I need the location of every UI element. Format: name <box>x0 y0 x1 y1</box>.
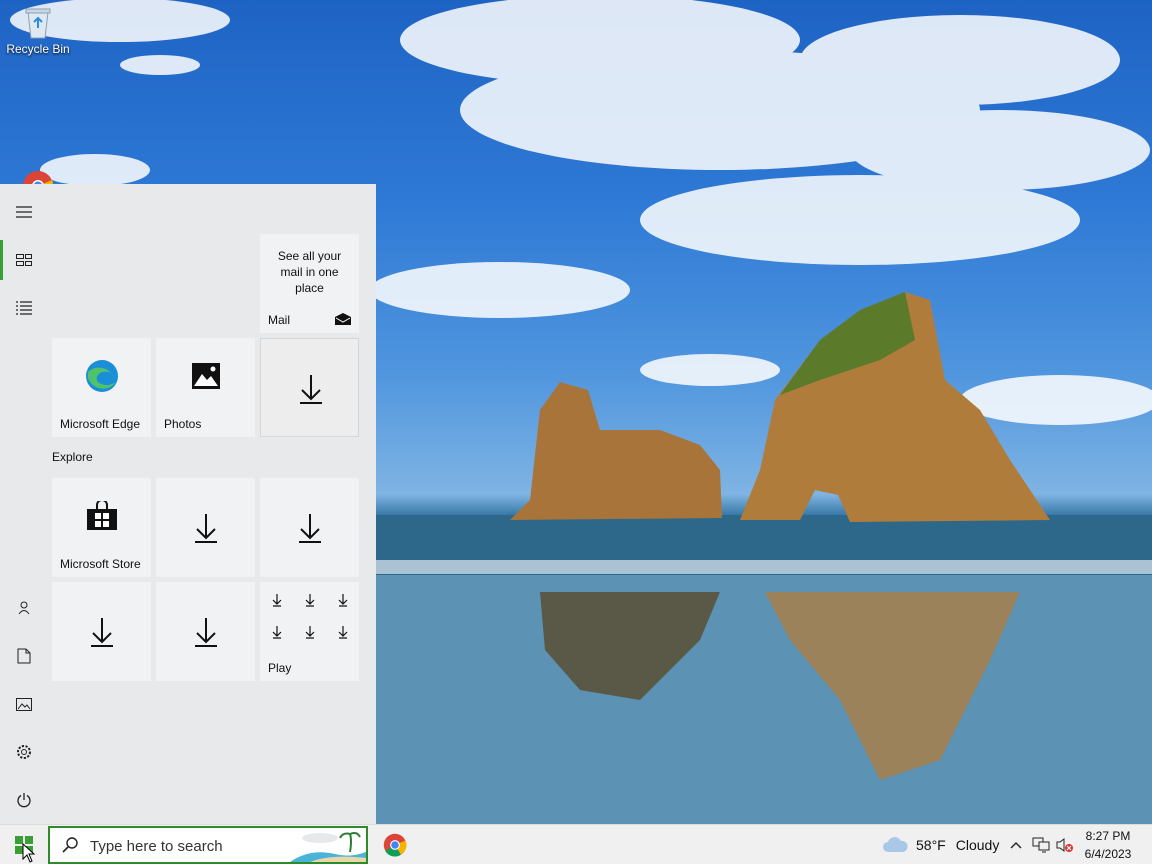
user-icon <box>18 601 30 615</box>
taskbar-search-box[interactable] <box>48 826 368 864</box>
weather-condition: Cloudy <box>955 837 1000 853</box>
start-rail <box>0 184 48 824</box>
pictures-button[interactable] <box>0 680 48 728</box>
gear-icon <box>17 745 31 759</box>
network-icon <box>1032 837 1050 853</box>
tile-label: Microsoft Edge <box>60 417 141 431</box>
download-icons-grid <box>272 594 348 639</box>
tile-label: Mail <box>268 313 291 327</box>
cloud-icon <box>883 837 908 852</box>
tile-label: Play <box>268 661 292 675</box>
weather-widget[interactable]: 58°F Cloudy <box>882 825 999 865</box>
tile-download-placeholder[interactable] <box>260 338 359 437</box>
search-input[interactable] <box>88 834 292 858</box>
download-icon <box>194 617 217 647</box>
download-icon <box>194 513 217 543</box>
mouse-cursor-icon <box>22 843 36 863</box>
taskbar-clock[interactable]: 8:27 PM 6/4/2023 <box>1078 827 1138 863</box>
expand-menu-button[interactable] <box>0 188 48 236</box>
clock-date: 6/4/2023 <box>1084 847 1132 861</box>
picture-icon <box>16 697 32 711</box>
start-button[interactable] <box>0 825 48 865</box>
hamburger-icon <box>16 206 32 218</box>
tiles-icon <box>16 254 32 266</box>
search-highlight-beach-icon <box>290 832 366 862</box>
tile-microsoft-store[interactable]: Microsoft Store <box>52 478 151 577</box>
recycle-bin-icon <box>21 4 55 40</box>
show-hidden-icons-button[interactable] <box>1010 825 1022 865</box>
taskbar-chrome-button[interactable] <box>374 825 416 865</box>
search-icon <box>62 837 78 853</box>
chrome-desktop-icon[interactable] <box>22 170 54 184</box>
download-icon <box>299 374 322 404</box>
weather-temperature: 58°F <box>916 837 946 853</box>
all-apps-button[interactable] <box>0 284 48 332</box>
chrome-icon <box>383 833 407 857</box>
download-icon <box>90 617 113 647</box>
power-button[interactable] <box>0 776 48 824</box>
edge-icon <box>85 359 118 392</box>
clock-time: 8:27 PM <box>1085 829 1131 843</box>
tile-label: Photos <box>164 417 202 431</box>
desktop-icon-label: Recycle Bin <box>6 42 70 56</box>
user-account-button[interactable] <box>0 584 48 632</box>
document-icon <box>17 648 31 664</box>
start-menu: See all your mail in one place Mail Micr… <box>0 184 376 824</box>
tile-play-folder[interactable]: Play <box>260 582 359 681</box>
tile-photos[interactable]: Photos <box>156 338 255 437</box>
pinned-tiles-button[interactable] <box>0 236 48 284</box>
envelope-icon <box>335 313 351 325</box>
tile-mail[interactable]: See all your mail in one place Mail <box>260 234 359 333</box>
list-icon <box>16 301 32 315</box>
desktop-icon-recycle-bin[interactable]: Recycle Bin <box>4 4 72 56</box>
documents-button[interactable] <box>0 632 48 680</box>
volume-muted-icon <box>1056 838 1073 852</box>
tile-download-placeholder[interactable] <box>52 582 151 681</box>
chevron-up-icon <box>1010 842 1022 849</box>
volume-button[interactable] <box>1056 825 1074 865</box>
network-button[interactable] <box>1032 825 1050 865</box>
settings-button[interactable] <box>0 728 48 776</box>
tile-microsoft-edge[interactable]: Microsoft Edge <box>52 338 151 437</box>
photos-icon <box>191 362 220 389</box>
tile-group-label: Explore <box>52 450 93 464</box>
tile-download-placeholder[interactable] <box>156 582 255 681</box>
store-icon <box>86 500 117 530</box>
power-icon <box>17 793 31 808</box>
download-icon <box>298 513 321 543</box>
tile-label: Microsoft Store <box>60 557 141 571</box>
tile-download-placeholder[interactable] <box>260 478 359 577</box>
tile-download-placeholder[interactable] <box>156 478 255 577</box>
taskbar: 58°F Cloudy 8:27 PM 6/4/2023 <box>0 824 1152 864</box>
mail-tile-text: See all your mail in one place <box>277 249 342 295</box>
